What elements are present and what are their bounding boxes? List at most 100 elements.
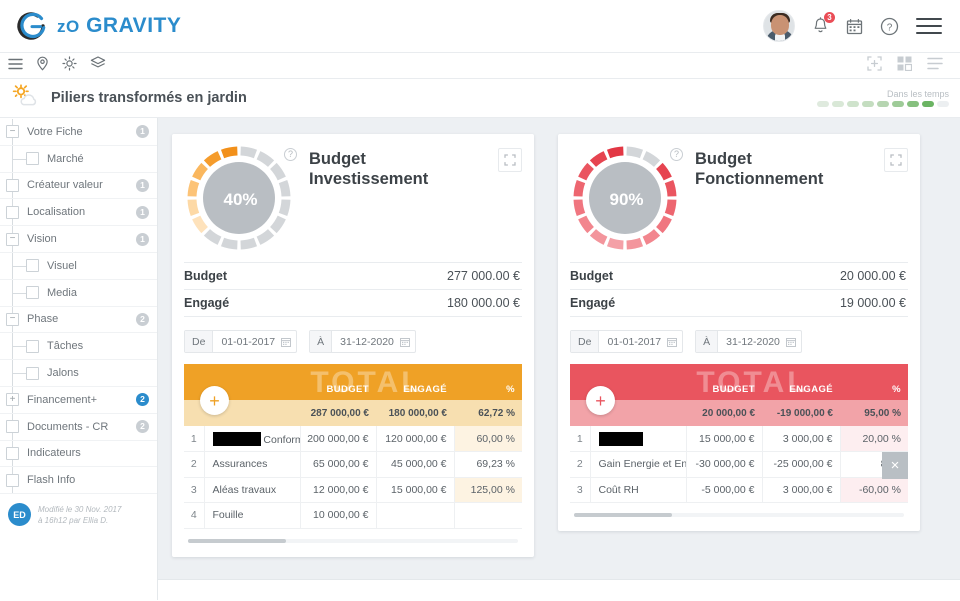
metric-value: 19 000.00 €	[839, 296, 906, 310]
row-engage[interactable]: 120 000,00 €	[375, 426, 454, 452]
avatar[interactable]	[763, 10, 795, 42]
tree-toggle-box[interactable]: −	[6, 125, 19, 139]
tree-toggle-box[interactable]	[6, 473, 19, 487]
progress-dot-1	[817, 100, 829, 107]
sidebar-item-flash-info[interactable]: Flash Info	[0, 467, 157, 495]
table-row[interactable]: 3 Aléas travaux 12 000,00 €15 000,00 €125,…	[184, 477, 522, 503]
sidebar: − Votre Fiche 1 Marché Créateur valeur 1 Local…	[0, 118, 158, 600]
gear-icon[interactable]	[62, 55, 77, 76]
calendar-icon[interactable]	[667, 337, 678, 347]
row-engage[interactable]	[375, 502, 454, 529]
add-row-button[interactable]: +	[200, 386, 229, 415]
row-index: 3	[570, 477, 590, 503]
row-name[interactable]: Conformité	[203, 426, 301, 452]
hamburger-menu-icon[interactable]	[916, 13, 942, 39]
row-name[interactable]: Coût RH	[589, 477, 687, 503]
table-row[interactable]: 3 Coût RH -5 000,00 €3 000,00 € -60,00 %	[570, 477, 908, 503]
sidebar-item-count: 1	[136, 178, 149, 192]
row-budget[interactable]: 200 000,00 €	[300, 426, 376, 452]
tree-toggle-box[interactable]: −	[6, 232, 19, 246]
date-from-field[interactable]: De 01-01-2017	[570, 330, 684, 353]
help-circle-icon[interactable]: ?	[284, 148, 297, 161]
date-to-value[interactable]: 31-12-2020	[718, 336, 786, 348]
sidebar-item-cr-ateur-valeur[interactable]: Créateur valeur 1	[0, 172, 157, 200]
question-circle-icon[interactable]: ?	[880, 17, 899, 36]
row-name[interactable]: Fouille	[203, 502, 301, 529]
tree-toggle-box[interactable]	[26, 366, 39, 380]
row-name[interactable]: Aléas travaux	[203, 477, 301, 503]
sidebar-item-jalons[interactable]: Jalons	[0, 360, 157, 387]
sidebar-item-march[interactable]: Marché	[0, 145, 157, 173]
calendar-icon[interactable]	[846, 18, 863, 35]
tree-toggle-box[interactable]	[6, 205, 19, 219]
table-row[interactable]: 4 Fouille 10 000,00 €	[184, 502, 522, 529]
row-name[interactable]	[589, 426, 687, 452]
tree-toggle-box[interactable]	[26, 259, 39, 273]
row-budget[interactable]: -5 000,00 €	[686, 477, 762, 503]
date-to-value[interactable]: 31-12-2020	[332, 336, 400, 348]
help-circle-icon[interactable]: ?	[670, 148, 683, 161]
sidebar-item-visuel[interactable]: Visuel	[0, 252, 157, 280]
row-name[interactable]: Gain Energie et Entre	[589, 451, 687, 478]
table-row[interactable]: 1 15 000,00 €3 000,00 €20,00 %	[570, 426, 908, 452]
expand-target-icon[interactable]	[867, 55, 882, 76]
sidebar-item-media[interactable]: Media	[0, 279, 157, 307]
sidebar-item-documents-cr[interactable]: Documents - CR 2	[0, 413, 157, 441]
row-engage[interactable]: 3 000,00 €	[761, 477, 840, 503]
expand-icon[interactable]	[498, 148, 522, 172]
brand-logo-area[interactable]: zO GRAVITY	[14, 9, 181, 43]
tree-toggle-box[interactable]: +	[6, 393, 19, 407]
table-horizontal-scrollbar[interactable]	[184, 536, 522, 545]
grid-view-icon[interactable]	[897, 56, 913, 76]
sidebar-item-vision[interactable]: − Vision 1	[0, 226, 157, 253]
date-to-field[interactable]: À 31-12-2020	[695, 330, 802, 353]
location-pin-icon[interactable]	[36, 56, 49, 76]
tree-toggle-box[interactable]	[6, 178, 19, 192]
row-name[interactable]: Assurances	[203, 451, 301, 478]
tree-toggle-box[interactable]	[6, 420, 19, 434]
scrollbar-thumb[interactable]	[574, 513, 673, 517]
tree-toggle-box[interactable]	[26, 152, 39, 166]
table-row[interactable]: 1 Conformité200 000,00 €120 000,00 €60,0…	[184, 426, 522, 452]
row-budget[interactable]: 65 000,00 €	[300, 451, 376, 478]
sidebar-item-t-ches[interactable]: Tâches	[0, 333, 157, 361]
scrollbar-thumb[interactable]	[188, 538, 287, 543]
row-budget[interactable]: 15 000,00 €	[686, 426, 762, 452]
add-row-button[interactable]: +	[586, 386, 615, 415]
row-budget[interactable]: 10 000,00 €	[300, 502, 376, 529]
sidebar-item-votre-fiche[interactable]: − Votre Fiche 1	[0, 119, 157, 146]
row-engage[interactable]: 15 000,00 €	[375, 477, 454, 503]
calendar-icon[interactable]	[399, 337, 410, 347]
sidebar-item-indicateurs[interactable]: Indicateurs	[0, 440, 157, 468]
list-view-icon[interactable]	[927, 57, 943, 75]
sidebar-item-financement[interactable]: + Financement+ 2	[0, 386, 157, 414]
sidebar-item-label: Media	[47, 286, 77, 299]
bell-icon[interactable]: 3	[812, 12, 835, 35]
date-from-value[interactable]: 01-01-2017	[599, 336, 667, 348]
expand-icon[interactable]	[884, 148, 908, 172]
date-from-value[interactable]: 01-01-2017	[213, 336, 281, 348]
tree-toggle-box[interactable]: −	[6, 312, 19, 326]
row-engage[interactable]: 45 000,00 €	[375, 451, 454, 478]
row-budget[interactable]: 12 000,00 €	[300, 477, 376, 503]
sidebar-item-localisation[interactable]: Localisation 1	[0, 199, 157, 227]
list-menu-icon[interactable]	[8, 57, 23, 75]
table-row[interactable]: 2 Assurances 65 000,00 €45 000,00 €69,23 %	[184, 451, 522, 478]
sidebar-item-phase[interactable]: − Phase 2	[0, 306, 157, 334]
layers-icon[interactable]	[90, 56, 106, 75]
row-engage[interactable]: 3 000,00 €	[761, 426, 840, 452]
table-row[interactable]: 2Gain Energie et Entre-30 000,00 €-25 00…	[570, 451, 908, 478]
tree-toggle-box[interactable]	[6, 446, 19, 460]
top-bar: zO GRAVITY 3 ?	[0, 0, 960, 52]
sidebar-item-count: 2	[136, 312, 149, 326]
table-horizontal-scrollbar[interactable]	[570, 510, 908, 519]
delete-row-button[interactable]: ×	[882, 451, 908, 479]
date-to-field[interactable]: À 31-12-2020	[309, 330, 416, 353]
tree-toggle-box[interactable]	[26, 286, 39, 300]
calendar-icon[interactable]	[281, 337, 292, 347]
tree-toggle-box[interactable]	[26, 339, 39, 353]
row-budget[interactable]: -30 000,00 €	[686, 451, 762, 478]
calendar-icon[interactable]	[785, 337, 796, 347]
date-from-field[interactable]: De 01-01-2017	[184, 330, 298, 353]
row-engage[interactable]: -25 000,00 €	[761, 451, 840, 478]
